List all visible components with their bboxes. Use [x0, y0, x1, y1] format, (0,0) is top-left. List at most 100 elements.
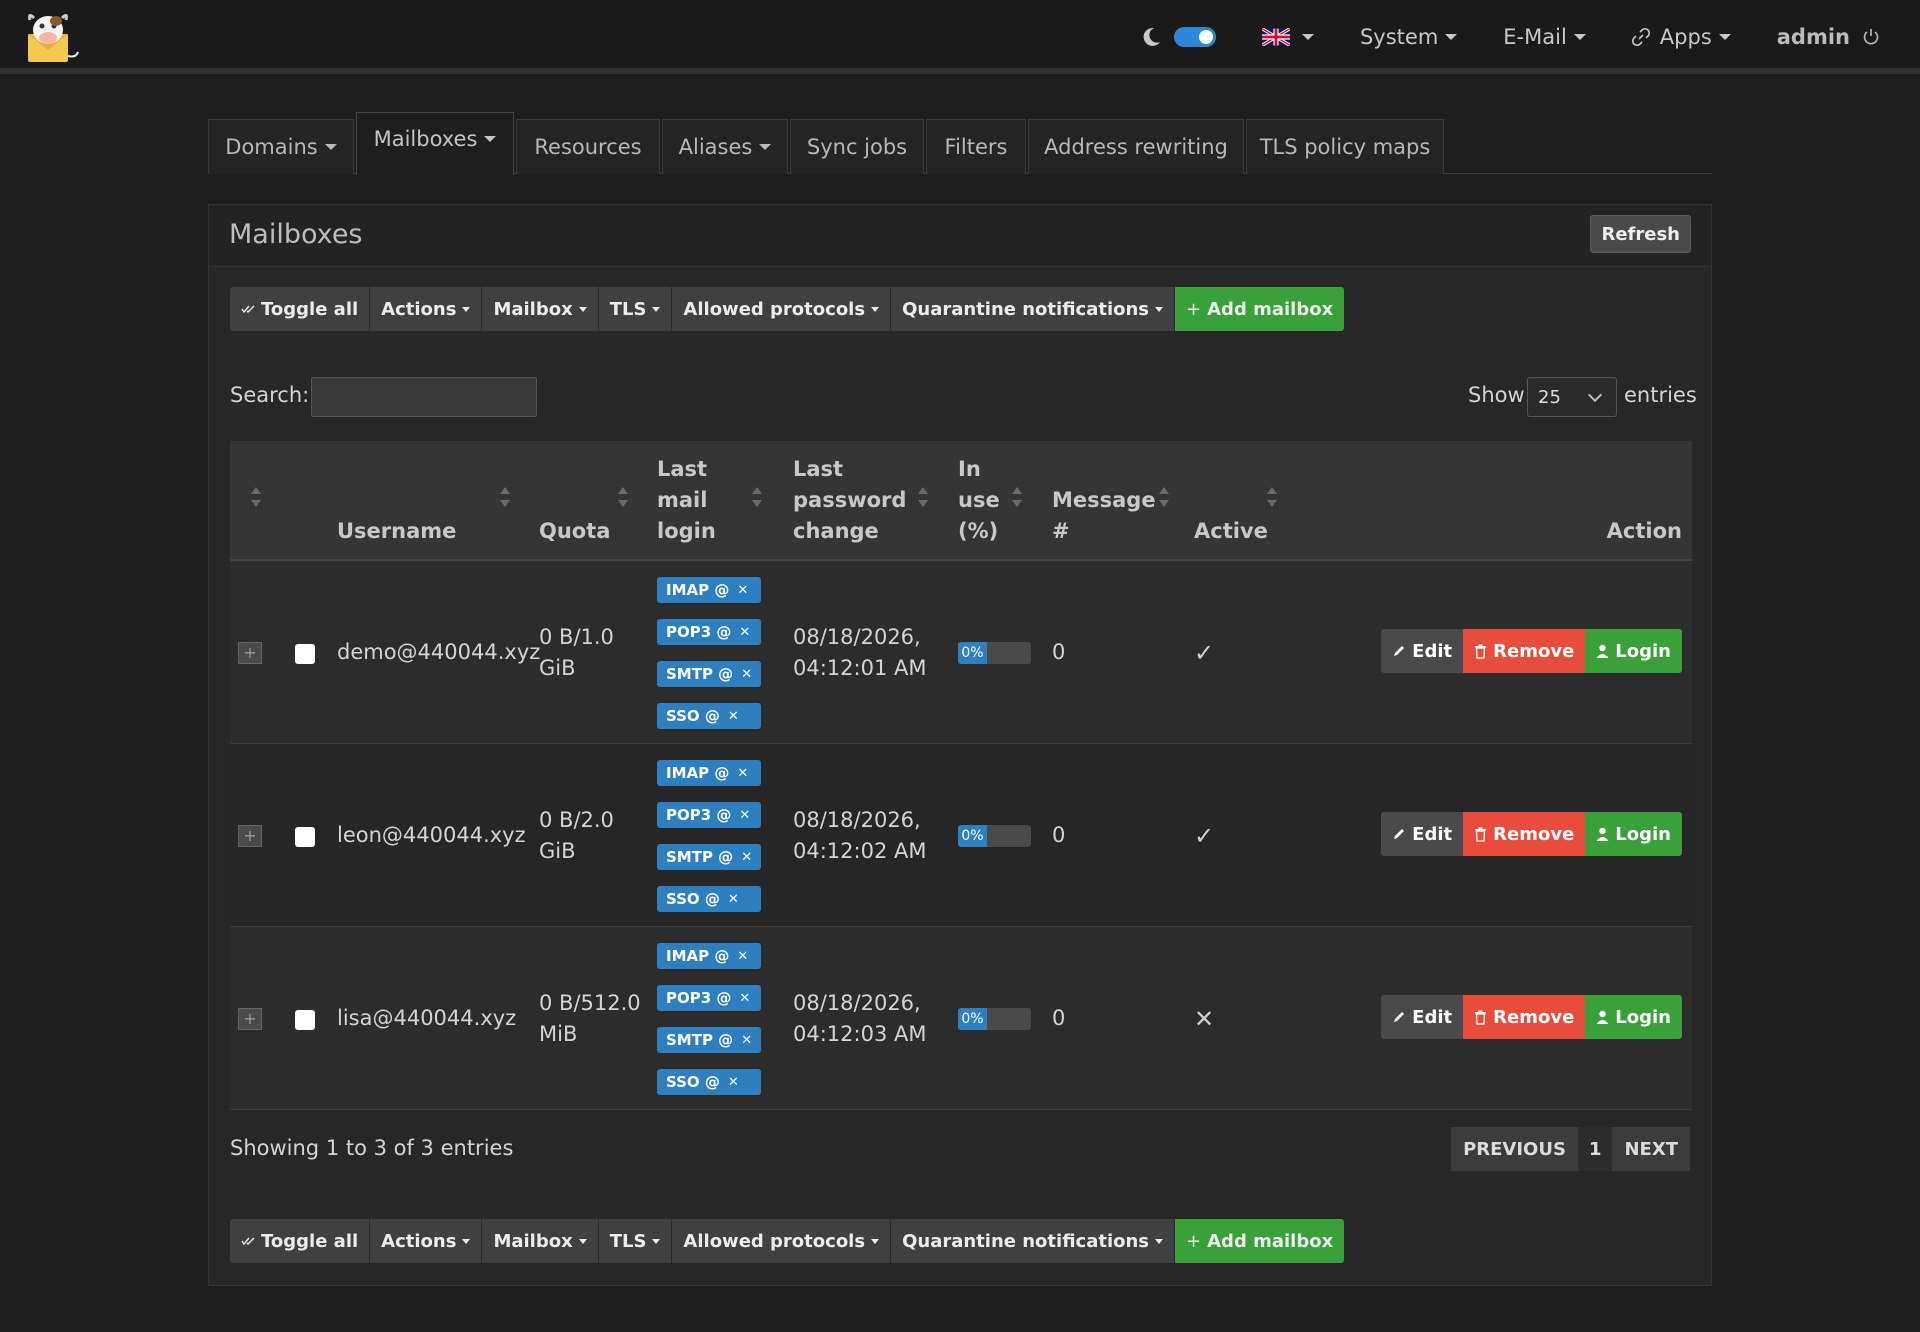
- col-active[interactable]: Active: [1194, 516, 1274, 547]
- mailcow-logo[interactable]: [22, 8, 84, 66]
- edit-button[interactable]: Edit: [1381, 812, 1464, 856]
- plus-icon: +: [1186, 298, 1202, 320]
- previous-page-button[interactable]: PREVIOUS: [1451, 1127, 1578, 1171]
- toggle-all-button[interactable]: Toggle all: [230, 1219, 371, 1263]
- entries-per-page-select[interactable]: 25: [1527, 377, 1617, 417]
- quota-unit: GiB: [539, 839, 576, 863]
- quota-value: 0 B/512.0: [539, 991, 641, 1015]
- sort-icon[interactable]: [1159, 487, 1169, 507]
- add-mailbox-button[interactable]: + Add mailbox: [1175, 287, 1345, 331]
- nav-apps[interactable]: Apps: [1631, 25, 1731, 49]
- login-button[interactable]: Login: [1585, 812, 1682, 856]
- sort-icon[interactable]: [500, 487, 510, 507]
- usage-progress-bar: 0%: [958, 825, 1031, 847]
- mailbox-dropdown[interactable]: Mailbox: [482, 287, 599, 331]
- language-dropdown[interactable]: [1261, 28, 1314, 46]
- nav-email[interactable]: E-Mail: [1503, 25, 1586, 49]
- quota-cell: 0 B/1.0 GiB: [539, 622, 614, 684]
- sort-icon[interactable]: [251, 487, 261, 507]
- col-message-count[interactable]: Message #: [1052, 485, 1156, 547]
- add-mailbox-button[interactable]: + Add mailbox: [1175, 1219, 1345, 1263]
- login-button[interactable]: Login: [1585, 995, 1682, 1039]
- tab-address-rewriting[interactable]: Address rewriting: [1028, 119, 1244, 174]
- sort-icon[interactable]: [752, 487, 762, 507]
- protocol-badge: POP3 @ ✕: [657, 985, 761, 1011]
- page-number-button[interactable]: 1: [1577, 1127, 1613, 1171]
- edit-button[interactable]: Edit: [1381, 629, 1464, 673]
- protocol-badge: IMAP @ ✕: [657, 943, 761, 969]
- refresh-button[interactable]: Refresh: [1590, 215, 1691, 253]
- allowed-protocols-dropdown[interactable]: Allowed protocols: [672, 1219, 892, 1263]
- table-row: + leon@440044.xyz 0 B/2.0 GiB IMAP @ ✕ PO…: [230, 744, 1692, 927]
- expand-row-button[interactable]: +: [238, 825, 262, 847]
- col-last-password-change[interactable]: Last password change: [793, 454, 913, 547]
- add-mailbox-label: Add mailbox: [1207, 298, 1334, 320]
- actions-dropdown[interactable]: Actions: [370, 1219, 483, 1263]
- sort-icon[interactable]: [618, 487, 628, 507]
- usage-progress-fill: 0%: [958, 1008, 987, 1030]
- chevron-down-icon: [1718, 34, 1731, 40]
- sort-icon[interactable]: [1267, 487, 1277, 507]
- dark-mode-switch[interactable]: [1140, 26, 1216, 48]
- tab-aliases[interactable]: Aliases: [662, 119, 788, 174]
- remove-label: Remove: [1493, 823, 1575, 845]
- protocol-badge-label: SSO @: [666, 1073, 720, 1091]
- close-icon: ✕: [727, 1074, 739, 1090]
- mailbox-dropdown[interactable]: Mailbox: [482, 1219, 599, 1263]
- quota-value: 0 B/2.0: [539, 808, 614, 832]
- expand-row-button[interactable]: +: [238, 1008, 262, 1030]
- col-in-use-label: In use (%): [958, 457, 1000, 543]
- allowed-protocols-dropdown[interactable]: Allowed protocols: [672, 287, 892, 331]
- login-button[interactable]: Login: [1585, 629, 1682, 673]
- message-count-cell: 0: [1052, 1006, 1066, 1030]
- tab-mailboxes[interactable]: Mailboxes: [356, 112, 514, 175]
- login-label: Login: [1615, 1006, 1671, 1028]
- edit-button[interactable]: Edit: [1381, 995, 1464, 1039]
- row-checkbox[interactable]: [295, 1010, 315, 1030]
- dark-mode-toggle[interactable]: [1173, 27, 1216, 47]
- expand-row-button[interactable]: +: [238, 642, 262, 664]
- next-page-button[interactable]: NEXT: [1612, 1127, 1690, 1171]
- chevron-down-icon: [871, 306, 880, 312]
- user-menu[interactable]: admin: [1777, 25, 1880, 49]
- tls-dropdown[interactable]: TLS: [598, 287, 673, 331]
- tab-sync-jobs[interactable]: Sync jobs: [790, 119, 924, 174]
- close-icon: ✕: [739, 990, 751, 1006]
- remove-button[interactable]: Remove: [1463, 629, 1586, 673]
- quarantine-notifications-dropdown[interactable]: Quarantine notifications: [891, 1219, 1176, 1263]
- tls-dropdown[interactable]: TLS: [598, 1219, 673, 1263]
- tab-filters[interactable]: Filters: [926, 119, 1026, 174]
- toggle-all-button[interactable]: Toggle all: [230, 287, 371, 331]
- power-icon[interactable]: [1862, 28, 1880, 46]
- protocol-badge: IMAP @ ✕: [657, 760, 761, 786]
- col-quota[interactable]: Quota: [539, 516, 610, 547]
- row-checkbox[interactable]: [295, 644, 315, 664]
- mailboxes-panel: Mailboxes Refresh Toggle all Actions Mai…: [208, 204, 1712, 1286]
- password-change-time: 04:12:03 AM: [793, 1022, 927, 1046]
- row-actions: Edit Remove Login: [1381, 995, 1682, 1039]
- tab-tls-policy-maps[interactable]: TLS policy maps: [1246, 119, 1444, 174]
- protocol-badge: IMAP @ ✕: [657, 577, 761, 603]
- row-checkbox[interactable]: [295, 827, 315, 847]
- bottom-toolbar: Toggle all Actions Mailbox TLS Allowed p…: [230, 1219, 1345, 1263]
- col-username[interactable]: Username: [337, 516, 487, 547]
- col-in-use[interactable]: In use (%): [958, 454, 1008, 547]
- nav-system[interactable]: System: [1360, 25, 1458, 49]
- password-change-date: 08/18/2026,: [793, 625, 921, 649]
- remove-button[interactable]: Remove: [1463, 812, 1586, 856]
- protocol-badge-label: POP3 @: [666, 623, 732, 641]
- close-icon: ✕: [737, 765, 749, 781]
- col-last-mail-login[interactable]: Last mail login: [657, 454, 727, 547]
- remove-button[interactable]: Remove: [1463, 995, 1586, 1039]
- table-row: + demo@440044.xyz 0 B/1.0 GiB IMAP @ ✕ PO…: [230, 561, 1692, 744]
- actions-dropdown[interactable]: Actions: [370, 287, 483, 331]
- sort-icon[interactable]: [1012, 487, 1022, 507]
- quarantine-notifications-dropdown[interactable]: Quarantine notifications: [891, 287, 1176, 331]
- protocol-badge-label: IMAP @: [666, 764, 730, 782]
- sort-icon[interactable]: [918, 487, 928, 507]
- tab-resources[interactable]: Resources: [516, 119, 660, 174]
- tab-domains[interactable]: Domains: [208, 119, 354, 174]
- chevron-down-icon: [652, 306, 661, 312]
- protocol-badge-label: SMTP @: [666, 1031, 734, 1049]
- search-input[interactable]: [311, 377, 537, 417]
